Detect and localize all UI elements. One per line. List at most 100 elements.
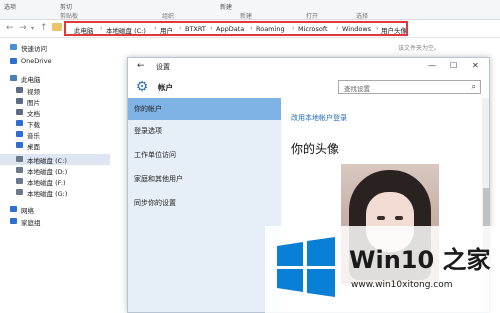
sidebar-item-label: 视频 <box>27 88 40 96</box>
explorer-sidebar: 快速访问 OneDrive 此电脑视频图片文档下载音乐桌面本地磁盘 (C:) 本地磁盘… <box>0 38 110 313</box>
sidebar-item-label: 本地磁盘 (F:) <box>27 179 66 187</box>
music-icon <box>16 131 23 137</box>
breadcrumb-separator-icon: › <box>336 25 339 32</box>
sidebar-item-label: 本地磁盘 (C:) <box>27 157 67 165</box>
search-placeholder: 查找设置 <box>344 85 370 93</box>
local-account-link[interactable]: 改用本地帐户登录 <box>291 113 347 123</box>
back-arrow-icon[interactable]: ← <box>6 23 14 33</box>
breadcrumb-separator-icon: › <box>154 25 157 32</box>
nav-item-work-access[interactable]: 工作单位访问 <box>128 144 281 166</box>
sidebar-item[interactable]: 图片 <box>0 96 110 107</box>
watermark: Win10 之家 www.win10xitong.com <box>265 226 500 313</box>
breadcrumb-item[interactable]: AppData <box>216 25 244 33</box>
watermark-brand: Win10 之家 <box>349 246 491 274</box>
ribbon-group-label: 组织 <box>162 13 175 20</box>
ribbon-group-label: 剪贴板 <box>60 13 79 20</box>
cloud-icon <box>10 58 17 64</box>
back-arrow-icon[interactable]: ← <box>137 61 145 71</box>
nav-item-sign-in-options[interactable]: 登录选项 <box>128 120 281 142</box>
ribbon-group-label: 选择 <box>356 13 369 20</box>
breadcrumb-separator-icon: › <box>376 25 379 32</box>
title-bar: ← 设置 — ☐ ✕ <box>128 58 489 76</box>
breadcrumb-separator-icon: › <box>210 25 213 32</box>
nav-item-your-account[interactable]: 你的帐户 <box>128 98 281 120</box>
sidebar-item[interactable]: 快速访问 <box>0 42 110 53</box>
up-arrow-icon[interactable]: ↑ <box>40 23 48 33</box>
watermark-url: www.win10xitong.com <box>351 280 453 290</box>
breadcrumb-item[interactable]: 此电脑 <box>74 25 94 34</box>
nav-item-sync[interactable]: 同步你的设置 <box>128 192 281 214</box>
breadcrumb-item[interactable]: Microsoft <box>298 25 328 33</box>
sidebar-item-label: 快速访问 <box>21 45 47 53</box>
page-title: 帐户 <box>158 83 173 92</box>
sidebar-item[interactable]: OneDrive <box>0 56 110 67</box>
avatar-eye <box>395 216 403 220</box>
sidebar-item-label: 下载 <box>27 121 40 129</box>
ribbon-item[interactable]: 剪切 <box>60 2 72 11</box>
nav-item-label: 登录选项 <box>134 127 162 135</box>
nav-item-family[interactable]: 家庭和其他用户 <box>128 168 281 190</box>
sidebar-item-label: 家庭组 <box>21 219 41 227</box>
homegroup-icon <box>10 218 17 224</box>
folder-icon <box>52 23 62 31</box>
ribbon-item[interactable]: 选项 <box>4 2 16 11</box>
ribbon-group-label: 新建 <box>240 13 253 20</box>
drive-icon <box>16 178 23 184</box>
sidebar-item[interactable]: 网络 <box>0 204 110 215</box>
breadcrumb-separator-icon: › <box>292 25 295 32</box>
sidebar-item-label: 桌面 <box>27 143 40 151</box>
sidebar-item[interactable]: 视频 <box>0 85 110 96</box>
pictures-folder-icon <box>16 98 23 104</box>
breadcrumb-separator-icon: › <box>179 25 182 32</box>
minimize-icon[interactable]: — <box>428 61 436 70</box>
sidebar-item-label: 本地磁盘 (D:) <box>27 168 68 176</box>
sidebar-item[interactable]: 此电脑 <box>0 73 110 84</box>
nav-item-label: 工作单位访问 <box>134 151 176 159</box>
ribbon: 选项 剪切 新建 剪贴板 组织 新建 打开 选择 <box>0 0 500 20</box>
network-icon <box>10 206 17 212</box>
sidebar-item-label: 音乐 <box>27 132 40 140</box>
breadcrumb-item[interactable]: Roaming <box>256 25 285 33</box>
window-title: 设置 <box>156 63 170 71</box>
download-icon <box>16 120 23 126</box>
sidebar-item-label: 此电脑 <box>21 76 41 84</box>
star-icon <box>10 44 17 50</box>
sidebar-item-label: 文档 <box>27 110 40 118</box>
forward-arrow-icon[interactable]: → <box>19 23 27 33</box>
sidebar-item[interactable]: 下载 <box>0 118 110 129</box>
breadcrumb-separator-icon: › <box>100 25 103 32</box>
drive-icon <box>16 167 23 173</box>
sidebar-item[interactable]: 本地磁盘 (C:) <box>0 154 110 165</box>
breadcrumb-item[interactable]: BTXRT <box>185 25 206 33</box>
sidebar-item-label: 网络 <box>21 207 34 215</box>
empty-folder-text: 该文件夹为空。 <box>398 45 441 52</box>
sidebar-item[interactable]: 家庭组 <box>0 216 110 227</box>
chevron-down-icon[interactable]: ▾ <box>31 25 34 32</box>
avatar-eye <box>377 216 385 220</box>
search-icon[interactable]: ⌕ <box>472 82 476 92</box>
video-folder-icon <box>16 87 23 93</box>
sidebar-item[interactable]: 桌面 <box>0 140 110 151</box>
breadcrumb-item[interactable]: Windows <box>342 25 371 33</box>
breadcrumb-item[interactable]: 用户头像 <box>381 25 406 34</box>
sidebar-item[interactable]: 本地磁盘 (G:) <box>0 187 110 198</box>
avatar-heading: 你的头像 <box>291 142 340 156</box>
sidebar-item[interactable]: 本地磁盘 (F:) <box>0 176 110 187</box>
gear-icon: ⚙ <box>135 79 149 95</box>
address-bar[interactable]: 此电脑 › 本地磁盘 (C:) › 用户 › BTXRT › AppData ›… <box>64 21 408 36</box>
nav-item-label: 你的帐户 <box>134 105 162 113</box>
sidebar-item[interactable]: 本地磁盘 (D:) <box>0 165 110 176</box>
nav-item-label: 同步你的设置 <box>134 199 176 207</box>
breadcrumb-item[interactable]: 本地磁盘 (C:) <box>106 25 146 34</box>
close-icon[interactable]: ✕ <box>472 61 479 70</box>
windows-logo-icon <box>277 237 335 297</box>
ribbon-item[interactable]: 新建 <box>220 2 232 11</box>
sidebar-item-label: 图片 <box>27 99 40 107</box>
breadcrumb-item[interactable]: 用户 <box>160 25 173 34</box>
maximize-icon[interactable]: ☐ <box>450 61 457 70</box>
sidebar-item[interactable]: 音乐 <box>0 129 110 140</box>
sidebar-item-label: 本地磁盘 (G:) <box>27 190 68 198</box>
search-input[interactable]: 查找设置 ⌕ <box>338 80 481 94</box>
sidebar-item[interactable]: 文档 <box>0 107 110 118</box>
drive-icon <box>16 189 23 195</box>
